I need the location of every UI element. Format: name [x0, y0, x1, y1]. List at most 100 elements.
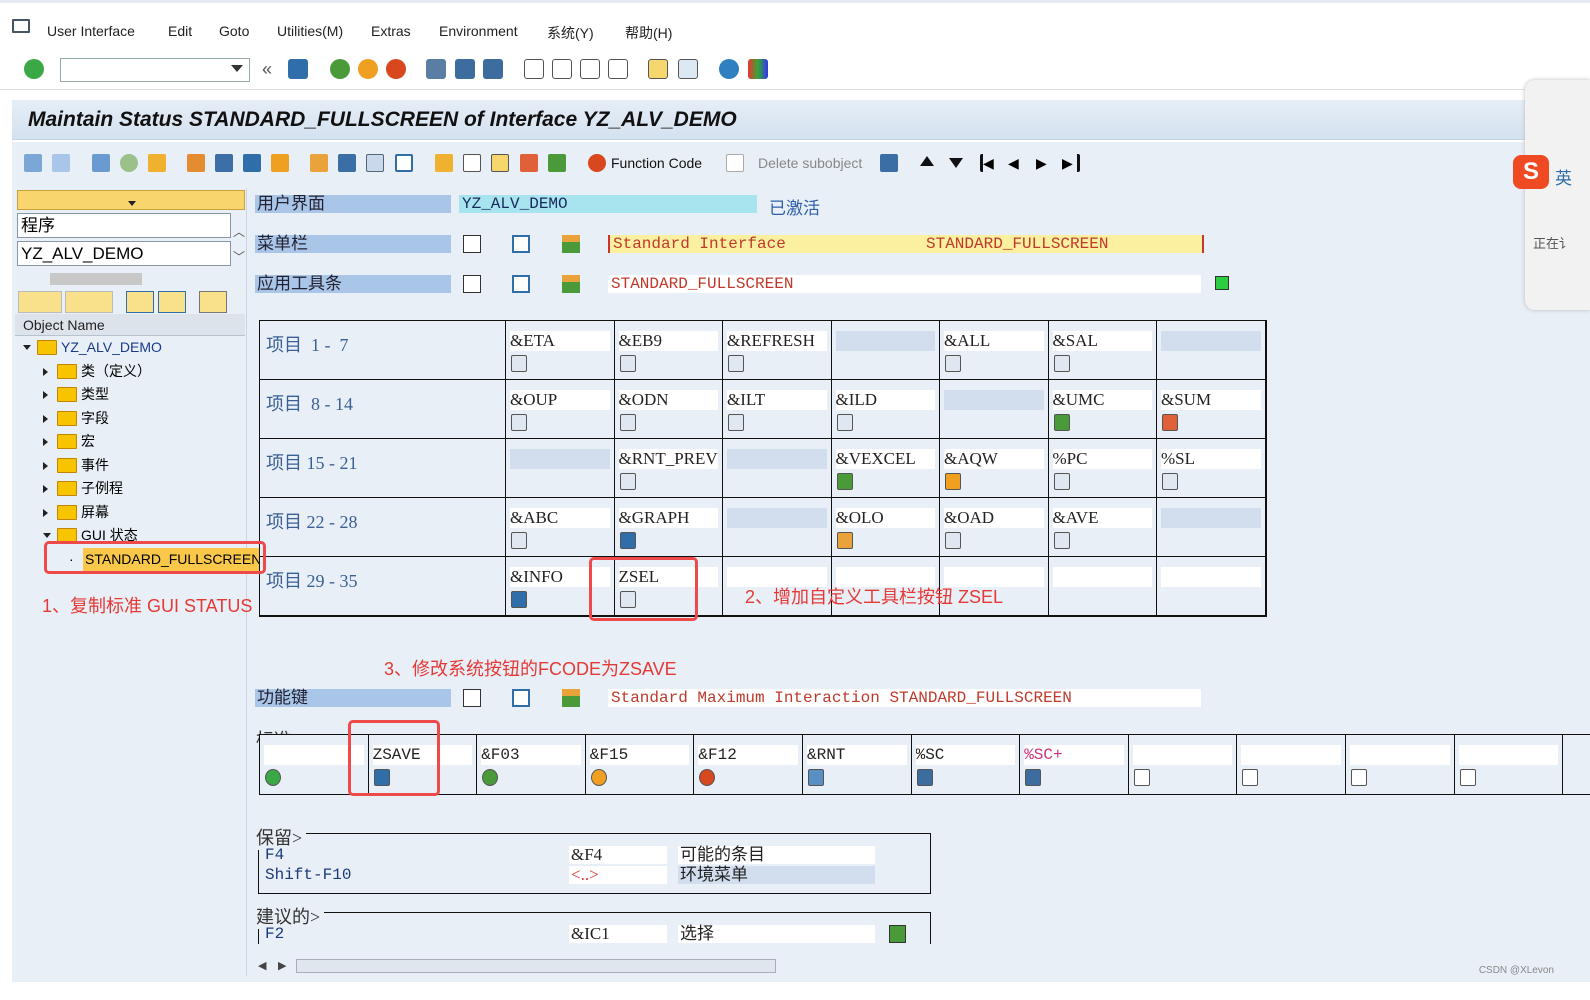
reserved-text[interactable]: 可能的条目: [678, 846, 875, 864]
item-cell[interactable]: &SAL: [1048, 321, 1157, 380]
menu-goto[interactable]: Goto: [219, 23, 249, 39]
function-code-field[interactable]: &RNT_PREV: [618, 449, 718, 469]
expand-right-icon[interactable]: [43, 508, 48, 517]
function-code-field[interactable]: [1052, 567, 1152, 587]
function-code-field[interactable]: [1161, 508, 1261, 528]
expand-right-icon[interactable]: [43, 461, 48, 470]
standard-key-cell[interactable]: [1346, 735, 1455, 794]
shortcut-icon[interactable]: [678, 59, 698, 79]
menu-edit[interactable]: Edit: [168, 23, 192, 39]
menu-extras[interactable]: Extras: [371, 23, 411, 39]
function-code-button[interactable]: Function Code: [611, 155, 702, 171]
item-cell[interactable]: &UMC: [1048, 380, 1157, 439]
function-code-field[interactable]: &ODN: [618, 390, 718, 410]
tree-item[interactable]: 类（定义）: [15, 360, 245, 383]
expand-right-icon[interactable]: [43, 438, 48, 446]
scroll-up-icon[interactable]: ︿: [233, 223, 245, 240]
hierarchy-icon[interactable]: [562, 275, 580, 293]
standard-key-cell[interactable]: &F12: [694, 735, 803, 794]
item-cell[interactable]: [506, 439, 615, 498]
copy-icon[interactable]: [463, 154, 481, 172]
function-code-field[interactable]: &AVE: [1052, 508, 1152, 528]
item-cell[interactable]: &EB9: [614, 321, 723, 380]
function-code-field[interactable]: [1458, 745, 1559, 765]
help-icon[interactable]: [719, 59, 739, 79]
last-page-icon[interactable]: [608, 59, 628, 79]
function-code-field[interactable]: &F03: [481, 745, 581, 765]
reserved-text[interactable]: 环境菜单: [678, 866, 875, 884]
function-code-field[interactable]: &ALL: [944, 331, 1044, 351]
ime-mode[interactable]: 英: [1555, 164, 1572, 189]
item-cell[interactable]: &VEXCEL: [831, 439, 940, 498]
display-change-icon[interactable]: [92, 154, 110, 172]
expand-down-icon[interactable]: [23, 345, 31, 350]
enter-check-icon[interactable]: [24, 59, 44, 79]
hierarchy-icon[interactable]: [562, 235, 580, 253]
function-code-field[interactable]: &GRAPH: [618, 508, 718, 528]
function-code-field[interactable]: &F12: [698, 745, 798, 765]
tree-item[interactable]: 子例程: [15, 477, 245, 500]
item-cell[interactable]: [831, 321, 940, 380]
item-cell[interactable]: %SL: [1157, 439, 1266, 498]
print-icon[interactable]: [426, 59, 446, 79]
function-code-field[interactable]: &SUM: [1161, 390, 1261, 410]
standard-key-cell[interactable]: [1129, 735, 1238, 794]
info-icon[interactable]: [512, 275, 530, 293]
function-code-field[interactable]: &ILT: [727, 390, 827, 410]
expand-down-icon[interactable]: [43, 533, 51, 538]
info-icon[interactable]: [512, 689, 530, 707]
item-cell[interactable]: &AVE: [1048, 498, 1157, 557]
function-code-field[interactable]: [727, 449, 827, 469]
function-code-field[interactable]: &VEXCEL: [835, 449, 935, 469]
function-code-field[interactable]: [944, 390, 1044, 410]
function-code-field[interactable]: &ILD: [835, 390, 935, 410]
scroll-down-icon[interactable]: ﹀: [233, 248, 245, 265]
menu-environment[interactable]: Environment: [439, 23, 518, 39]
display-object-icon[interactable]: [243, 154, 261, 172]
function-code-field[interactable]: [510, 449, 610, 469]
item-cell[interactable]: &GRAPH: [614, 498, 723, 557]
back-chevron-icon[interactable]: «: [262, 60, 282, 80]
menu-user-interface[interactable]: User Interface: [47, 23, 135, 39]
column-header-object-name[interactable]: Object Name: [15, 314, 245, 336]
paste-icon[interactable]: [491, 154, 509, 172]
expand-right-icon[interactable]: [43, 485, 48, 493]
function-code-icon[interactable]: [588, 154, 606, 172]
save-icon[interactable]: [288, 59, 308, 79]
function-code-field[interactable]: [1132, 745, 1233, 765]
next-page-icon[interactable]: [580, 59, 600, 79]
previous-icon[interactable]: ◀: [1008, 154, 1026, 172]
function-code-field[interactable]: %SC+: [1024, 745, 1124, 765]
magic-wand-icon[interactable]: [215, 154, 233, 172]
function-code-field[interactable]: &UMC: [1052, 390, 1152, 410]
previous-page-icon[interactable]: [552, 59, 572, 79]
horizontal-scrollbar[interactable]: [296, 959, 776, 973]
function-code-field[interactable]: &OAD: [944, 508, 1044, 528]
other-object-icon[interactable]: [148, 154, 166, 172]
cancel-icon[interactable]: [386, 59, 406, 79]
recommended-text[interactable]: 选择: [678, 925, 875, 943]
delete-row-icon[interactable]: [520, 154, 538, 172]
info-icon[interactable]: [512, 235, 530, 253]
function-code-field[interactable]: &ABC: [510, 508, 610, 528]
customize-layout-icon[interactable]: [748, 59, 768, 79]
program-name-field[interactable]: YZ_ALV_DEMO: [17, 241, 231, 266]
exit-menu-icon[interactable]: [12, 19, 30, 33]
function-code-field[interactable]: &OLO: [835, 508, 935, 528]
first-icon[interactable]: ◀: [980, 154, 996, 172]
move-icon[interactable]: [271, 154, 289, 172]
item-cell[interactable]: &ILT: [723, 380, 832, 439]
tree-item[interactable]: 屏幕: [15, 501, 245, 524]
item-cell[interactable]: &OLO: [831, 498, 940, 557]
item-cell[interactable]: &ILD: [831, 380, 940, 439]
reserved-code[interactable]: <..>: [569, 866, 667, 884]
function-code-field[interactable]: &ETA: [510, 331, 610, 351]
menu-help[interactable]: 帮助(H): [625, 23, 672, 43]
object-list-dropdown[interactable]: [17, 190, 245, 210]
tree-item[interactable]: 宏: [15, 430, 245, 453]
expand-all-button[interactable]: [126, 291, 154, 313]
fkeys-value[interactable]: Standard Maximum Interaction STANDARD_FU…: [608, 689, 1201, 707]
table-icon[interactable]: [366, 154, 384, 172]
function-code-field[interactable]: &SAL: [1052, 331, 1152, 351]
cut-icon[interactable]: [435, 154, 453, 172]
